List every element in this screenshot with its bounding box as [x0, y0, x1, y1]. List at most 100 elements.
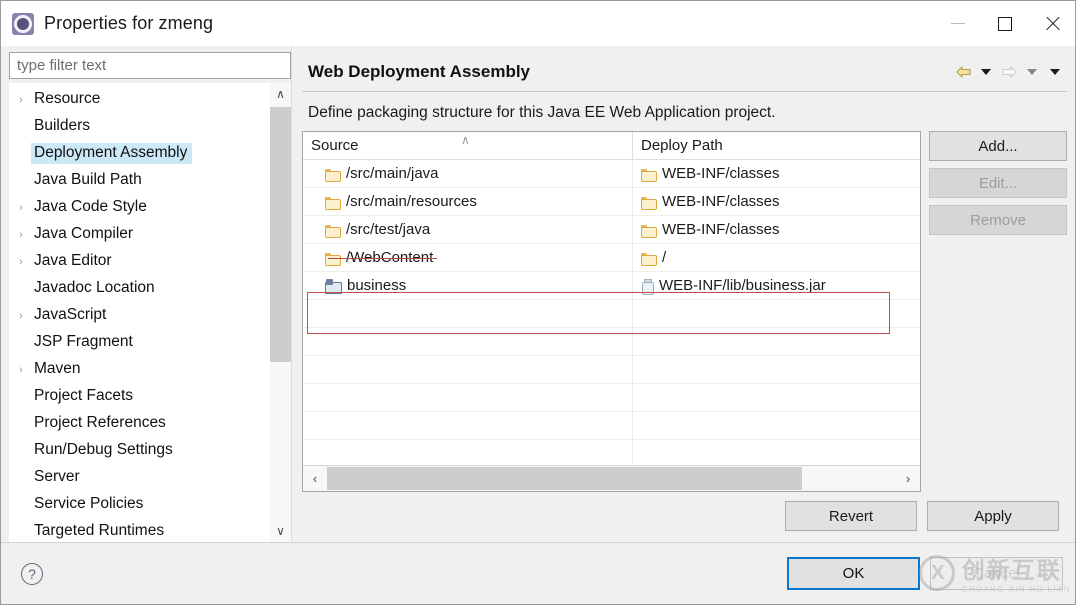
sidebar-item-java-code-style[interactable]: ›Java Code Style: [9, 194, 269, 221]
cell-empty: [633, 300, 920, 327]
sidebar-item-project-facets[interactable]: Project Facets: [9, 383, 269, 410]
cell-source-text: business: [347, 277, 406, 294]
settings-tree: ›ResourceBuilders Deployment Assembly Java…: [9, 83, 269, 542]
cell-deploy-path: WEB-INF/classes: [633, 216, 920, 243]
dialog-footer: ? OK Cancel X 创新互联 CHUANG XIN HU LIAN: [1, 542, 1075, 604]
sidebar-item-java-build-path[interactable]: Java Build Path: [9, 167, 269, 194]
expand-chevron-icon[interactable]: ›: [11, 256, 31, 268]
hscroll-track[interactable]: [327, 466, 896, 492]
gear-icon: [12, 13, 34, 35]
settings-tree-wrapper: ›ResourceBuilders Deployment Assembly Java…: [9, 83, 291, 542]
sidebar-item-targeted-runtimes[interactable]: Targeted Runtimes: [9, 518, 269, 542]
column-header-deploy-path[interactable]: Deploy Path: [633, 132, 920, 159]
table-horizontal-scrollbar[interactable]: ‹ ›: [303, 465, 920, 491]
table-row-empty: [303, 328, 920, 356]
folder-icon: [641, 224, 656, 236]
cell-deploy-path-text: /: [662, 249, 666, 266]
folder-icon: [325, 196, 340, 208]
revert-button[interactable]: Revert: [785, 501, 917, 531]
sidebar-item-project-references[interactable]: Project References: [9, 410, 269, 437]
sidebar-item-maven[interactable]: ›Maven: [9, 356, 269, 383]
cell-deploy-path: WEB-INF/classes: [633, 160, 920, 187]
sidebar-item-label: Run/Debug Settings: [31, 440, 178, 461]
sidebar-item-builders[interactable]: Builders: [9, 113, 269, 140]
sidebar-item-resource[interactable]: ›Resource: [9, 86, 269, 113]
table-row[interactable]: /src/test/javaWEB-INF/classes: [303, 216, 920, 244]
scroll-left-icon[interactable]: ‹: [303, 471, 327, 486]
sidebar-scrollbar[interactable]: ∧ ∨: [269, 83, 291, 542]
table-row[interactable]: /WebContent /: [303, 244, 920, 272]
column-header-source-label: Source: [311, 137, 359, 154]
sidebar-item-service-policies[interactable]: Service Policies: [9, 491, 269, 518]
column-header-deploy-path-label: Deploy Path: [641, 137, 723, 154]
more-dropdown-icon[interactable]: [1045, 61, 1065, 83]
minimize-button[interactable]: [934, 1, 981, 46]
scroll-up-icon[interactable]: ∧: [270, 83, 291, 105]
sidebar-item-deployment-assembly[interactable]: Deployment Assembly: [9, 140, 269, 167]
sidebar-scroll-track[interactable]: [270, 105, 291, 520]
expand-chevron-icon[interactable]: ›: [11, 202, 31, 214]
sidebar-item-java-editor[interactable]: ›Java Editor: [9, 248, 269, 275]
forward-dropdown-icon[interactable]: [1022, 61, 1042, 83]
dialog-body: type filter text ›ResourceBuilders Deploy…: [1, 46, 1075, 542]
forward-arrow-icon[interactable]: [999, 61, 1019, 83]
table-row-empty: [303, 300, 920, 328]
filter-input[interactable]: type filter text: [9, 52, 291, 79]
sidebar-scroll-thumb[interactable]: [270, 107, 291, 362]
column-header-source[interactable]: Source ∧: [303, 132, 633, 159]
table-row[interactable]: business WEB-INF/lib/business.jar: [303, 272, 920, 300]
cell-empty: [303, 356, 633, 383]
back-arrow-icon[interactable]: [953, 61, 973, 83]
table-row-empty: [303, 384, 920, 412]
close-button[interactable]: [1028, 1, 1075, 46]
sidebar-item-label: Java Compiler: [31, 224, 138, 245]
sidebar-item-run-debug-settings[interactable]: Run/Debug Settings: [9, 437, 269, 464]
table-row-empty: [303, 412, 920, 440]
help-icon[interactable]: ?: [21, 563, 43, 585]
scroll-right-icon[interactable]: ›: [896, 471, 920, 486]
cell-source: /WebContent: [303, 244, 633, 271]
sidebar-item-javadoc-location[interactable]: Javadoc Location: [9, 275, 269, 302]
table-row-empty: [303, 356, 920, 384]
cell-deploy-path-text: WEB-INF/classes: [662, 193, 780, 210]
table-row[interactable]: /src/main/javaWEB-INF/classes: [303, 160, 920, 188]
table-row-empty: [303, 440, 920, 465]
ok-button[interactable]: OK: [787, 557, 920, 590]
window-controls: [934, 1, 1075, 46]
expand-chevron-icon[interactable]: ›: [11, 364, 31, 376]
scroll-down-icon[interactable]: ∨: [270, 520, 291, 542]
sidebar-item-label: Targeted Runtimes: [31, 521, 169, 542]
cancel-button[interactable]: Cancel: [930, 557, 1063, 590]
cell-deploy-path: /: [633, 244, 920, 271]
back-dropdown-icon[interactable]: [976, 61, 996, 83]
add-button[interactable]: Add...: [929, 131, 1067, 161]
sidebar-item-label: Maven: [31, 359, 86, 380]
expand-chevron-icon[interactable]: ›: [11, 310, 31, 322]
sidebar-item-label: Project Facets: [31, 386, 138, 407]
sidebar-item-label: Server: [31, 467, 85, 488]
apply-button[interactable]: Apply: [927, 501, 1059, 531]
sidebar-item-label: Java Build Path: [31, 170, 147, 191]
maximize-button[interactable]: [981, 1, 1028, 46]
table-row[interactable]: /src/main/resources WEB-INF/classes: [303, 188, 920, 216]
close-icon: [1044, 16, 1060, 32]
page-description: Define packaging structure for this Java…: [302, 92, 1067, 131]
sidebar-item-javascript[interactable]: ›JavaScript: [9, 302, 269, 329]
cell-source-text: /src/main/resources: [346, 193, 477, 210]
cell-empty: [633, 328, 920, 355]
sidebar-item-jsp-fragment[interactable]: JSP Fragment: [9, 329, 269, 356]
properties-dialog: Properties for zmeng type filter text ›R…: [0, 0, 1076, 605]
cell-source: /src/main/java: [303, 160, 633, 187]
title-bar: Properties for zmeng: [1, 1, 1075, 46]
page-title: Web Deployment Assembly: [308, 62, 953, 82]
sidebar-item-label: Deployment Assembly: [31, 143, 192, 164]
expand-chevron-icon[interactable]: ›: [11, 229, 31, 241]
sidebar-item-server[interactable]: Server: [9, 464, 269, 491]
cell-empty: [633, 440, 920, 465]
hscroll-thumb[interactable]: [327, 467, 802, 490]
cell-empty: [633, 384, 920, 411]
sidebar-item-label: Service Policies: [31, 494, 148, 515]
cell-deploy-path: WEB-INF/lib/business.jar: [633, 272, 920, 299]
expand-chevron-icon[interactable]: ›: [11, 94, 31, 106]
sidebar-item-java-compiler[interactable]: ›Java Compiler: [9, 221, 269, 248]
